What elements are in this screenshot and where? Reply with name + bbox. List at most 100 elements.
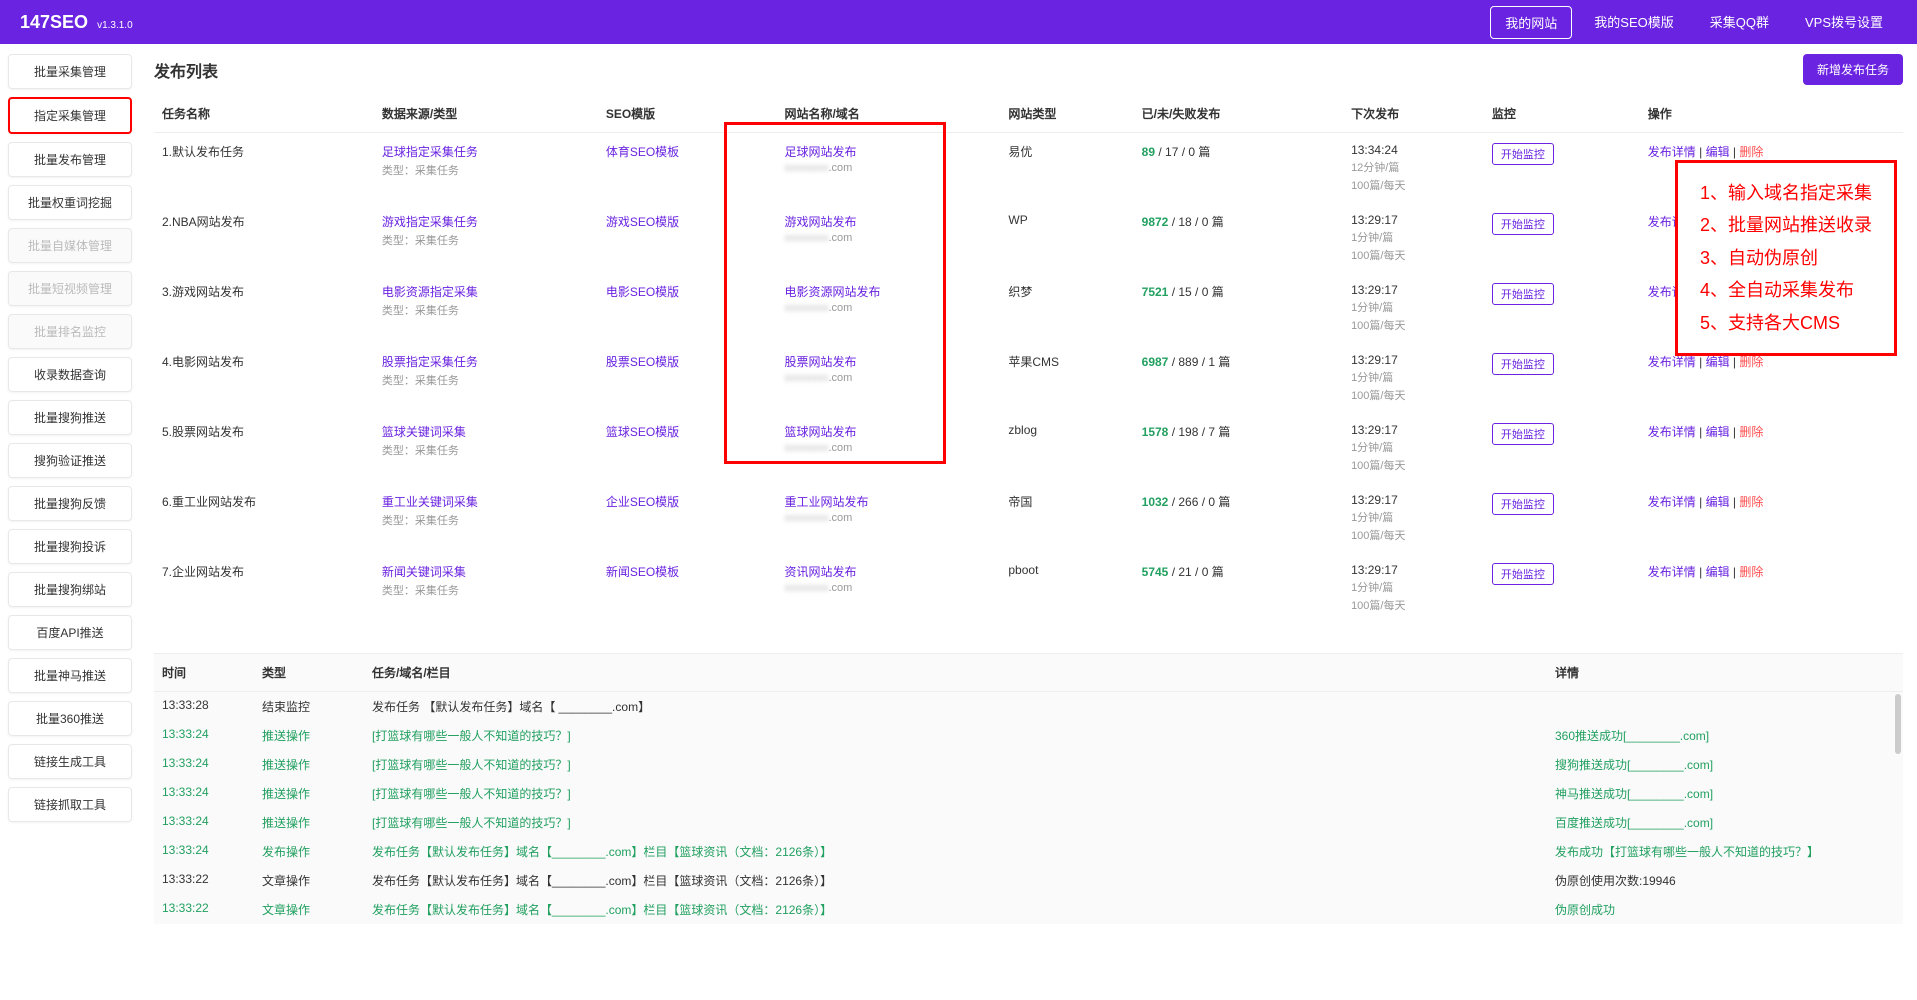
start-monitor-button[interactable]: 开始监控 (1492, 493, 1554, 515)
sidebar-item[interactable]: 收录数据查询 (8, 357, 132, 392)
sidebar-item[interactable]: 链接生成工具 (8, 744, 132, 779)
sidebar-item[interactable]: 百度API推送 (8, 615, 132, 650)
start-monitor-button[interactable]: 开始监控 (1492, 143, 1554, 165)
cell-next: 13:29:171分钟/篇100篇/每天 (1343, 203, 1484, 273)
delete-link[interactable]: 删除 (1739, 355, 1763, 369)
cell-type: pboot (1000, 553, 1133, 623)
cell-template: 游戏SEO模版 (598, 203, 777, 273)
cell-source: 新闻关键词采集类型：采集任务 (374, 553, 598, 623)
detail-link[interactable]: 发布详情 (1648, 565, 1696, 579)
delete-link[interactable]: 删除 (1739, 425, 1763, 439)
sidebar-item[interactable]: 链接抓取工具 (8, 787, 132, 822)
delete-link[interactable]: 删除 (1739, 495, 1763, 509)
source-link[interactable]: 电影资源指定采集 (382, 285, 478, 299)
table-row: 6.重工业网站发布重工业关键词采集类型：采集任务企业SEO模版重工业网站发布xx… (154, 483, 1903, 553)
cell-monitor: 开始监控 (1484, 343, 1640, 413)
site-link[interactable]: 重工业网站发布 (784, 495, 868, 509)
edit-link[interactable]: 编辑 (1706, 565, 1730, 579)
edit-link[interactable]: 编辑 (1706, 425, 1730, 439)
log-col-detail: 详情 (1555, 664, 1895, 681)
cell-monitor: 开始监控 (1484, 553, 1640, 623)
delete-link[interactable]: 删除 (1739, 565, 1763, 579)
cell-template: 篮球SEO模版 (598, 413, 777, 483)
site-link[interactable]: 股票网站发布 (784, 355, 856, 369)
log-row: 13:33:24推送操作[打篮球有哪些一般人不知道的技巧？]神马推送成功[___… (154, 779, 1903, 808)
detail-link[interactable]: 发布详情 (1648, 145, 1696, 159)
template-link[interactable]: 游戏SEO模版 (606, 215, 679, 229)
source-link[interactable]: 重工业关键词采集 (382, 495, 478, 509)
sidebar-item[interactable]: 搜狗验证推送 (8, 443, 132, 478)
detail-link[interactable]: 发布详情 (1648, 495, 1696, 509)
site-link[interactable]: 游戏网站发布 (784, 215, 856, 229)
sidebar-item[interactable]: 批量360推送 (8, 701, 132, 736)
log-col-type: 类型 (262, 664, 372, 681)
delete-link[interactable]: 删除 (1739, 145, 1763, 159)
cell-source: 股票指定采集任务类型：采集任务 (374, 343, 598, 413)
log-task: [打篮球有哪些一般人不知道的技巧？] (372, 814, 1555, 831)
cell-type: WP (1000, 203, 1133, 273)
cell-next: 13:29:171分钟/篇100篇/每天 (1343, 273, 1484, 343)
edit-link[interactable]: 编辑 (1706, 355, 1730, 369)
app-logo: 147SEO v1.3.1.0 (20, 12, 133, 33)
start-monitor-button[interactable]: 开始监控 (1492, 213, 1554, 235)
sidebar-item[interactable]: 批量搜狗投诉 (8, 529, 132, 564)
sidebar-item[interactable]: 批量搜狗反馈 (8, 486, 132, 521)
site-link[interactable]: 资讯网站发布 (784, 565, 856, 579)
nav-item[interactable]: 我的SEO模版 (1580, 6, 1687, 39)
start-monitor-button[interactable]: 开始监控 (1492, 563, 1554, 585)
add-publish-task-button[interactable]: 新增发布任务 (1803, 54, 1903, 85)
sidebar-item[interactable]: 批量采集管理 (8, 54, 132, 89)
sidebar-item[interactable]: 批量神马推送 (8, 658, 132, 693)
cell-count: 1578 / 198 / 7 篇 (1134, 413, 1343, 483)
source-link[interactable]: 股票指定采集任务 (382, 355, 478, 369)
log-detail: 360推送成功[________.com] (1555, 727, 1895, 744)
log-type: 推送操作 (262, 756, 372, 773)
cell-type: 苹果CMS (1000, 343, 1133, 413)
site-link[interactable]: 电影资源网站发布 (784, 285, 880, 299)
template-link[interactable]: 电影SEO模版 (606, 285, 679, 299)
cell-name: 2.NBA网站发布 (154, 203, 374, 273)
col-template: SEO模版 (598, 95, 777, 133)
sidebar-item[interactable]: 批量搜狗绑站 (8, 572, 132, 607)
sidebar-item[interactable]: 指定采集管理 (8, 97, 132, 134)
site-link[interactable]: 足球网站发布 (784, 145, 856, 159)
log-time: 13:33:24 (162, 814, 262, 831)
callout-line: 3、自动伪原创 (1700, 242, 1872, 274)
nav-item[interactable]: 采集QQ群 (1696, 6, 1783, 39)
sidebar-item[interactable]: 批量搜狗推送 (8, 400, 132, 435)
table-row: 1.默认发布任务足球指定采集任务类型：采集任务体育SEO模板足球网站发布xxxx… (154, 133, 1903, 204)
page-title: 发布列表 (154, 58, 218, 82)
template-link[interactable]: 篮球SEO模版 (606, 425, 679, 439)
log-body[interactable]: 13:33:28结束监控发布任务 【默认发布任务】域名【 ________.co… (154, 692, 1903, 924)
source-link[interactable]: 新闻关键词采集 (382, 565, 466, 579)
site-link[interactable]: 篮球网站发布 (784, 425, 856, 439)
cell-template: 体育SEO模板 (598, 133, 777, 204)
start-monitor-button[interactable]: 开始监控 (1492, 283, 1554, 305)
source-link[interactable]: 篮球关键词采集 (382, 425, 466, 439)
nav-item[interactable]: VPS拨号设置 (1791, 6, 1897, 39)
template-link[interactable]: 企业SEO模版 (606, 495, 679, 509)
detail-link[interactable]: 发布详情 (1648, 425, 1696, 439)
template-link[interactable]: 新闻SEO模板 (606, 565, 679, 579)
log-task: [打篮球有哪些一般人不知道的技巧？] (372, 756, 1555, 773)
cell-count: 5745 / 21 / 0 篇 (1134, 553, 1343, 623)
edit-link[interactable]: 编辑 (1706, 145, 1730, 159)
nav-item[interactable]: 我的网站 (1490, 6, 1572, 39)
source-link[interactable]: 足球指定采集任务 (382, 145, 478, 159)
log-task: [打篮球有哪些一般人不知道的技巧？] (372, 727, 1555, 744)
scrollbar-thumb[interactable] (1895, 694, 1901, 754)
cell-template: 新闻SEO模板 (598, 553, 777, 623)
edit-link[interactable]: 编辑 (1706, 495, 1730, 509)
cell-monitor: 开始监控 (1484, 203, 1640, 273)
start-monitor-button[interactable]: 开始监控 (1492, 423, 1554, 445)
sidebar-item[interactable]: 批量发布管理 (8, 142, 132, 177)
detail-link[interactable]: 发布详情 (1648, 355, 1696, 369)
col-next: 下次发布 (1343, 95, 1484, 133)
source-link[interactable]: 游戏指定采集任务 (382, 215, 478, 229)
start-monitor-button[interactable]: 开始监控 (1492, 353, 1554, 375)
cell-site: 电影资源网站发布xxxxxxxx.com (776, 273, 1000, 343)
log-row: 13:33:28结束监控发布任务 【默认发布任务】域名【 ________.co… (154, 692, 1903, 721)
template-link[interactable]: 体育SEO模板 (606, 145, 679, 159)
template-link[interactable]: 股票SEO模版 (606, 355, 679, 369)
sidebar-item[interactable]: 批量权重词挖掘 (8, 185, 132, 220)
